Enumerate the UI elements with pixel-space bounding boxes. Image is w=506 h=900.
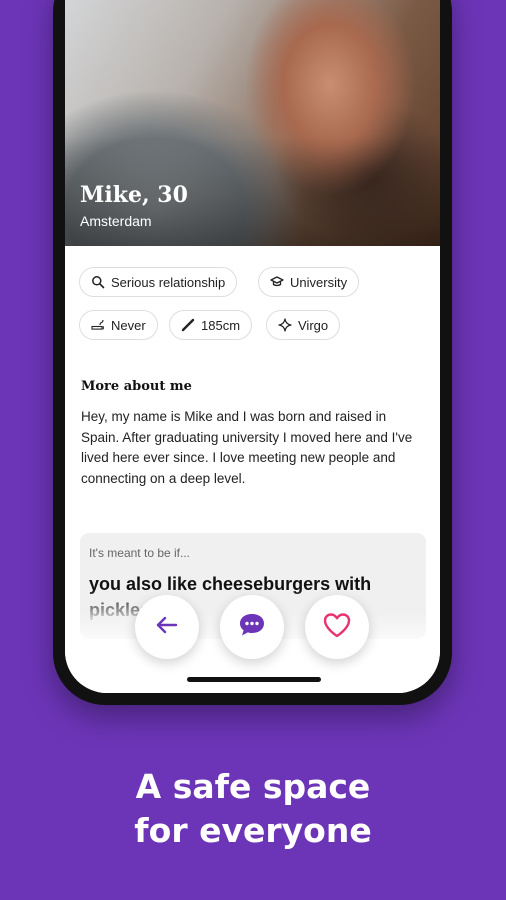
chip-smoking: Never: [79, 310, 158, 340]
like-button[interactable]: [305, 595, 369, 659]
tagline: A safe space for everyone: [0, 765, 506, 853]
ruler-icon: [181, 318, 195, 332]
heart-icon: [322, 611, 352, 644]
home-indicator: [187, 677, 321, 682]
profile-name-age: Mike, 30: [80, 182, 188, 208]
prompt-label: It's meant to be if...: [89, 546, 191, 560]
chip-height: 185cm: [169, 310, 253, 340]
chip-label: 185cm: [201, 317, 241, 333]
phone-screen: Mike, 30 Amsterdam Serious relationship …: [65, 0, 440, 693]
chip-education: University: [258, 267, 360, 297]
about-text: Hey, my name is Mike and I was born and …: [81, 409, 413, 486]
chip-label: Never: [111, 317, 146, 333]
chat-bubble-icon: [237, 611, 267, 644]
profile-photo: [65, 0, 440, 246]
chip-relationship: Serious relationship: [79, 267, 238, 297]
graduation-cap-icon: [270, 275, 284, 289]
chip-zodiac: Virgo: [266, 310, 341, 340]
tagline-line-2: for everyone: [134, 811, 372, 850]
chip-label: Virgo: [298, 317, 329, 333]
chip-label: Serious relationship: [111, 274, 226, 290]
about-title: More about me: [81, 379, 192, 394]
phone-frame: Mike, 30 Amsterdam Serious relationship …: [53, 0, 452, 705]
chip-label: University: [290, 274, 348, 290]
tagline-line-1: A safe space: [135, 767, 371, 806]
message-button[interactable]: [220, 595, 284, 659]
arrow-left-icon: [154, 612, 180, 643]
back-button[interactable]: [135, 595, 199, 659]
search-icon: [91, 275, 105, 289]
profile-city: Amsterdam: [80, 213, 152, 229]
sparkle-icon: [278, 318, 292, 332]
no-smoking-icon: [91, 318, 105, 332]
